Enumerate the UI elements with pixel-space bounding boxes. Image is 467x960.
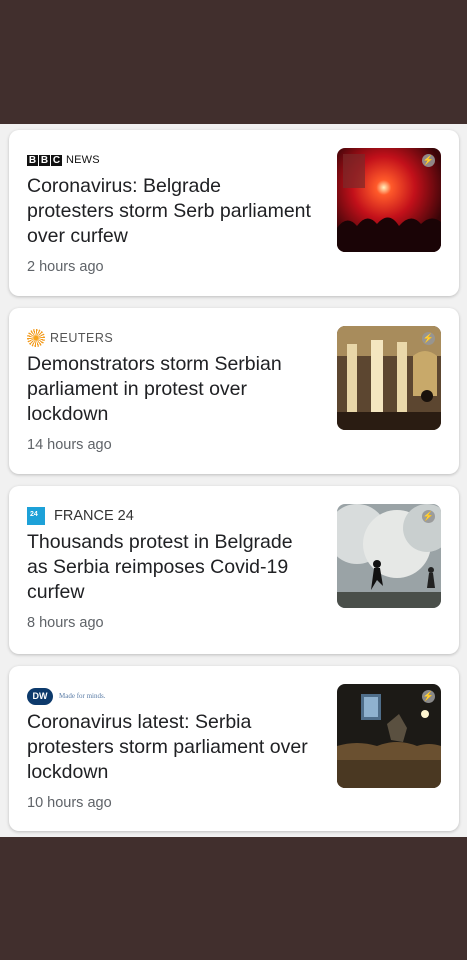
news-card[interactable]: REUTERS Demonstrators storm Serbian parl…: [9, 308, 459, 474]
news-feed: B B C NEWS Coronavirus: Belgrade protest…: [0, 124, 467, 837]
amp-bolt-icon: ⚡: [422, 332, 435, 345]
timestamp: 8 hours ago: [27, 615, 104, 631]
headline[interactable]: Coronavirus latest: Serbia protesters st…: [27, 710, 312, 785]
dw-logo: DW: [27, 687, 53, 705]
amp-bolt-icon: ⚡: [422, 510, 435, 523]
timestamp: 10 hours ago: [27, 795, 112, 811]
timestamp: 2 hours ago: [27, 259, 104, 275]
source-france24: FRANCE 24: [27, 506, 134, 526]
source-dw: DW Made for minds.: [27, 686, 105, 706]
tear-gas-protest-image[interactable]: ⚡: [337, 504, 441, 608]
reuters-logo: [27, 329, 45, 347]
news-card[interactable]: B B C NEWS Coronavirus: Belgrade protest…: [9, 130, 459, 296]
source-reuters: REUTERS: [27, 328, 113, 348]
crowd-with-flare-image[interactable]: ⚡: [337, 148, 441, 252]
parliament-building-image[interactable]: ⚡: [337, 326, 441, 430]
timestamp: 14 hours ago: [27, 437, 112, 453]
bbc-news-logo: B B C NEWS: [27, 154, 100, 166]
night-crowd-image[interactable]: ⚡: [337, 684, 441, 788]
headline[interactable]: Thousands protest in Belgrade as Serbia …: [27, 530, 312, 605]
france24-logo: [27, 507, 45, 525]
amp-bolt-icon: ⚡: [422, 690, 435, 703]
headline[interactable]: Demonstrators storm Serbian parliament i…: [27, 352, 312, 427]
news-card[interactable]: DW Made for minds. Coronavirus latest: S…: [9, 666, 459, 831]
source-bbc-news: B B C NEWS: [27, 150, 100, 170]
headline[interactable]: Coronavirus: Belgrade protesters storm S…: [27, 174, 312, 249]
news-card[interactable]: FRANCE 24 Thousands protest in Belgrade …: [9, 486, 459, 654]
amp-bolt-icon: ⚡: [422, 154, 435, 167]
